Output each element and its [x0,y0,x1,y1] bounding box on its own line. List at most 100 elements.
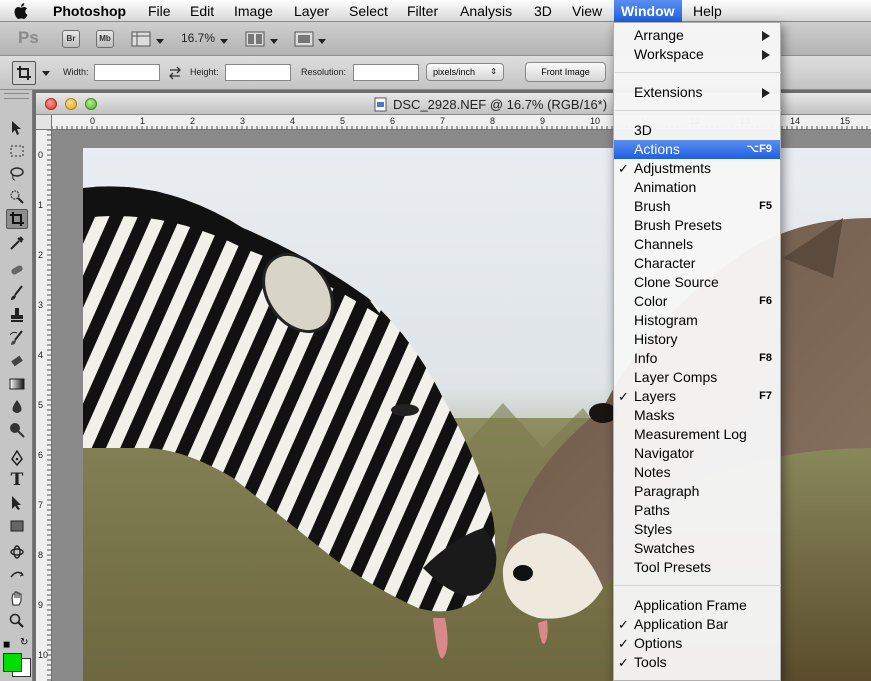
menu-edit[interactable]: Edit [190,0,214,22]
menu-item-options[interactable]: ✓ Options [614,634,780,653]
brush-tool[interactable] [6,283,28,303]
menu-view[interactable]: View [572,0,602,22]
menu-item-history[interactable]: History [614,330,780,349]
menu-item-swatches[interactable]: Swatches [614,539,780,558]
spot-healing-tool[interactable] [6,260,28,280]
vertical-ruler[interactable]: 0 1 2 3 4 5 6 7 8 9 10 [36,130,52,681]
menu-item-brush[interactable]: Brush F5 [614,197,780,216]
menu-item-info[interactable]: Info F8 [614,349,780,368]
menu-item-paths[interactable]: Paths [614,501,780,520]
crop-tool-preset[interactable] [12,61,36,85]
close-icon[interactable] [45,98,57,110]
menu-item-3d[interactable]: 3D [614,121,780,140]
menu-item-label: Tools [634,654,667,670]
chevron-down-icon[interactable] [318,39,326,44]
menu-file[interactable]: File [148,0,171,22]
menu-select[interactable]: Select [349,0,388,22]
menu-layer[interactable]: Layer [294,0,329,22]
ruler-number: 7 [440,116,446,126]
resolution-units-select[interactable]: pixels/inch ⇕ [426,63,504,81]
menu-item-label: Histogram [634,312,698,328]
bridge-button[interactable]: Br [62,30,80,48]
swap-colors-icon[interactable]: ↻ [20,637,28,648]
chevron-down-icon[interactable] [220,39,228,44]
menu-item-notes[interactable]: Notes [614,463,780,482]
3d-orbit-tool[interactable] [6,565,28,585]
menu-photoshop[interactable]: Photoshop [53,0,126,22]
menu-item-actions[interactable]: Actions ⌥F9 [614,140,780,159]
height-field[interactable] [225,64,291,81]
shape-tool[interactable] [6,516,28,536]
swap-dimensions-icon[interactable] [168,66,182,80]
foreground-color-swatch[interactable] [3,653,22,672]
marquee-tool[interactable] [6,141,28,161]
dodge-tool[interactable] [6,420,28,440]
menu-item-color[interactable]: Color F6 [614,292,780,311]
zoom-tool[interactable] [6,611,28,631]
menu-filter[interactable]: Filter [407,0,438,22]
type-tool[interactable]: T [6,470,28,490]
menu-item-adjustments[interactable]: ✓ Adjustments [614,159,780,178]
checkmark-icon: ✓ [618,617,629,632]
menu-item-brush-presets[interactable]: Brush Presets [614,216,780,235]
minimize-icon[interactable] [65,98,77,110]
menu-item-navigator[interactable]: Navigator [614,444,780,463]
view-extras-icon[interactable] [131,30,151,48]
menu-item-masks[interactable]: Masks [614,406,780,425]
chevron-down-icon[interactable] [42,71,50,76]
menu-item-tool-presets[interactable]: Tool Presets [614,558,780,577]
history-brush-tool[interactable] [6,328,28,348]
height-label: Height: [190,67,219,77]
menu-item-application-bar[interactable]: ✓ Application Bar [614,615,780,634]
menu-3d[interactable]: 3D [534,0,552,22]
eyedropper-tool[interactable] [6,233,28,253]
menu-item-clone-source[interactable]: Clone Source [614,273,780,292]
hand-tool[interactable] [6,588,28,608]
menu-item-measurement-log[interactable]: Measurement Log [614,425,780,444]
menu-item-styles[interactable]: Styles [614,520,780,539]
chevron-down-icon[interactable] [156,39,164,44]
menu-window[interactable]: Window [614,0,682,22]
move-tool[interactable] [6,118,28,138]
menu-item-character[interactable]: Character [614,254,780,273]
3d-rotate-tool[interactable] [6,542,28,562]
width-field[interactable] [94,64,160,81]
zoom-level[interactable]: 16.7% [181,31,215,45]
menu-item-layers[interactable]: ✓ Layers F7 [614,387,780,406]
eraser-tool[interactable] [6,351,28,371]
menu-item-animation[interactable]: Animation [614,178,780,197]
lasso-tool[interactable] [6,164,28,184]
chevron-down-icon[interactable] [270,39,278,44]
apple-icon[interactable] [12,1,32,21]
menu-item-paragraph[interactable]: Paragraph [614,482,780,501]
front-image-button[interactable]: Front Image [525,62,606,82]
arrange-documents-icon[interactable] [245,30,265,48]
path-selection-tool[interactable] [6,493,28,513]
blur-tool[interactable] [6,397,28,417]
quick-selection-tool[interactable] [6,187,28,207]
ruler-origin[interactable] [36,115,52,130]
menu-item-tools[interactable]: ✓ Tools [614,653,780,672]
menu-item-label: Color [634,293,668,309]
ruler-number: 5 [340,116,346,126]
pen-tool[interactable] [6,448,28,468]
menu-item-histogram[interactable]: Histogram [614,311,780,330]
default-colors-icon[interactable]: ◼ [3,639,10,650]
menu-analysis[interactable]: Analysis [460,0,512,22]
crop-tool[interactable] [6,209,28,229]
panel-grip[interactable] [4,93,29,99]
menu-item-extensions[interactable]: Extensions [614,83,780,102]
menu-image[interactable]: Image [234,0,273,22]
menu-item-workspace[interactable]: Workspace [614,45,780,64]
mini-bridge-button[interactable]: Mb [96,30,114,48]
resolution-field[interactable] [353,64,419,81]
clone-stamp-tool[interactable] [6,305,28,325]
menu-help[interactable]: Help [693,0,722,22]
gradient-tool[interactable] [6,374,28,394]
zoom-window-icon[interactable] [85,98,97,110]
screen-mode-icon[interactable] [294,30,314,48]
menu-item-application-frame[interactable]: Application Frame [614,596,780,615]
menu-item-layer-comps[interactable]: Layer Comps [614,368,780,387]
menu-item-channels[interactable]: Channels [614,235,780,254]
menu-item-arrange[interactable]: Arrange [614,26,780,45]
